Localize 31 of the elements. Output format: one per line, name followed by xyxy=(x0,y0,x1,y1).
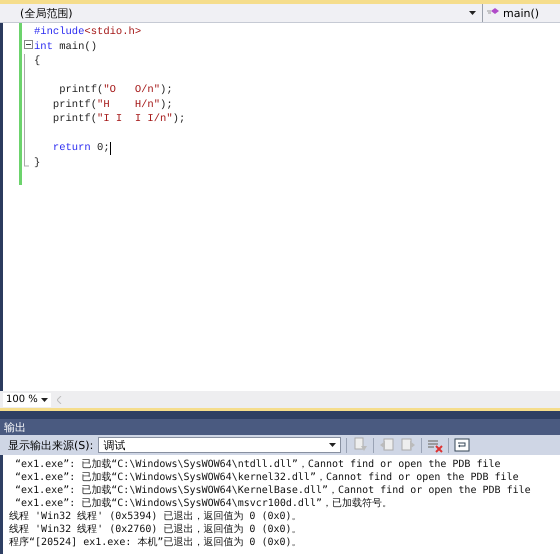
output-line: 线程 'Win32 线程' (0x5394) 已退出，返回值为 0 (0x0)。 xyxy=(8,510,303,523)
collapse-icon[interactable] xyxy=(24,40,33,48)
next-icon[interactable] xyxy=(400,437,416,453)
dropdown-arrow-icon xyxy=(41,398,48,402)
dropdown-arrow-icon xyxy=(469,11,476,15)
output-line: “ex1.exe”: 已加载“C:\Windows\SysWOW64\KernelBase.dll”，Cannot find or open the PDB file xyxy=(14,484,532,497)
code-line: #include<stdio.h> xyxy=(34,26,142,38)
member-dropdown[interactable]: main() xyxy=(483,4,560,22)
panel-title: 输出 xyxy=(0,419,560,435)
splitter-bar[interactable] xyxy=(0,411,560,419)
go-to-icon[interactable] xyxy=(352,437,368,453)
code-line: return 0; xyxy=(52,142,110,154)
word-wrap-icon[interactable] xyxy=(454,437,470,453)
source-label: 显示输出来源(S): xyxy=(8,438,94,452)
output-line: 程序“[20524] ex1.exe: 本机”已退出，返回值为 0 (0x0)。 xyxy=(8,536,303,549)
zoom-dropdown[interactable]: 100 % xyxy=(3,392,51,406)
code-line: int main() xyxy=(34,40,98,53)
output-line: 线程 'Win32 线程' (0x2760) 已退出，返回值为 0 (0x0)。 xyxy=(8,523,303,536)
output-line: “ex1.exe”: 已加载“C:\Windows\SysWOW64\msvcr100d.dll”，已加载符号。 xyxy=(14,497,393,510)
output-line: “ex1.exe”: 已加载“C:\Windows\SysWOW64\ntdll.dll”，Cannot find or open the PDB file xyxy=(14,458,502,471)
previous-icon[interactable] xyxy=(379,437,396,453)
code-line: printf("H H/n"); xyxy=(52,98,173,111)
code-line: { xyxy=(34,55,40,68)
output-line: “ex1.exe”: 已加载“C:\Windows\SysWOW64\kernel32.dll”，Cannot find or open the PDB file xyxy=(14,471,520,484)
dropdown-arrow-icon xyxy=(329,443,336,447)
code-line: printf("O O/n"); xyxy=(58,84,173,96)
code-line: printf("I I I I/n"); xyxy=(52,113,186,126)
source-dropdown[interactable]: 调试 xyxy=(98,437,342,453)
code-line: } xyxy=(34,156,40,169)
scope-dropdown[interactable]: (全局范围) xyxy=(0,4,483,22)
scroll-left-icon[interactable] xyxy=(57,396,62,404)
